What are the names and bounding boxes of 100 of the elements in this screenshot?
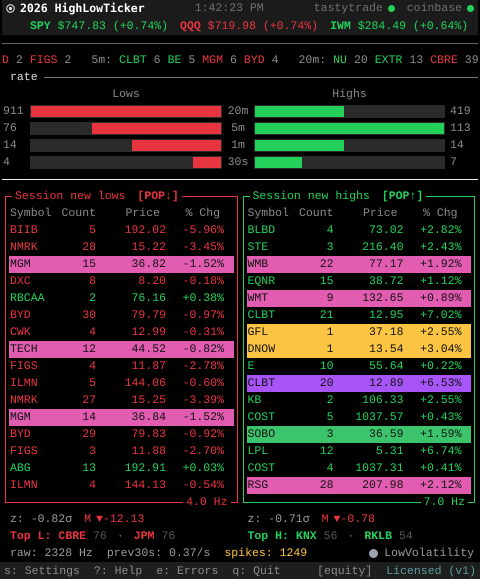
ticker-symbol: EXTR (374, 53, 402, 69)
index-quote: QQQ $719.98 (+0.74%) (180, 18, 318, 34)
top-symbol: RKLB (364, 529, 392, 545)
momentum-label: M (84, 512, 92, 528)
z-score: z: -0.71σ (248, 512, 310, 528)
price-cell-text: 132.65 (361, 291, 404, 307)
change-cell-text: +1.92% (419, 257, 462, 273)
count-cell-text: 21 (318, 308, 334, 324)
change-cell-text: -1.52% (182, 257, 224, 273)
bar-count: 419 (449, 104, 471, 120)
count-cell-text: 29 (81, 427, 96, 443)
top-symbol: KNX (296, 529, 317, 545)
symbol-cell-text: CLBT (248, 308, 276, 324)
change-cell-text: +0.22% (419, 359, 462, 375)
count-cell-text: 4 (326, 223, 334, 239)
index-quote: IWM $284.49 (+0.64%) (330, 18, 468, 34)
count-cell-text: 27 (81, 393, 96, 409)
symbol-cell-text: COST (248, 410, 276, 426)
price-cell-text: 15.25 (130, 393, 166, 409)
change-cell-text: -3.39% (182, 393, 224, 409)
symbol-cell-text: ILMN (10, 478, 39, 494)
change-cell-text: -0.97% (182, 308, 224, 324)
momentum-value: ▼-12.13 (96, 512, 144, 528)
price-cell-text: 79.79 (130, 308, 166, 324)
price-cell-text: 13.54 (368, 342, 404, 358)
column-header: Price (362, 206, 398, 222)
change-cell-text: +7.02% (419, 308, 462, 324)
previous-rate: prev30s: 0.37/s (106, 546, 210, 562)
ticker-symbol: NU (333, 53, 347, 69)
count-cell-text: 15 (318, 274, 334, 290)
price-cell-text: 192.02 (124, 223, 166, 239)
ticker-symbol: CBRE (430, 53, 458, 69)
symbol-cell-text: COST (248, 461, 276, 477)
top-count: 76 (93, 529, 107, 545)
bar-count: 4 (2, 155, 11, 171)
symbol-cell-text: FIGS (10, 359, 39, 375)
key-hint[interactable]: e: Errors (156, 562, 218, 579)
count-cell-text: 4 (88, 325, 96, 341)
symbol-cell-text: STE (248, 240, 270, 256)
price-cell-text: 55.64 (368, 359, 404, 375)
change-cell-text: -0.31% (182, 325, 224, 341)
change-cell-text: +0.43% (419, 410, 462, 426)
window-label: 5m (230, 121, 246, 137)
count-cell-text: 5 (88, 223, 96, 239)
ticker-symbol: BE (168, 53, 182, 69)
momentum-label: M (322, 512, 329, 528)
ticker-count: 39 (464, 53, 479, 69)
price-cell-text: 77.17 (368, 257, 404, 273)
column-label: Highs (331, 87, 368, 103)
change-cell-text: -2.70% (182, 444, 224, 460)
key-hint[interactable]: s: Settings (4, 562, 80, 579)
change-cell-text: -1.52% (182, 410, 224, 426)
price-cell-text: 38.72 (368, 274, 404, 290)
ticker-symbol: CLBT (119, 53, 147, 69)
clock-time: 1:42:23 PM (194, 1, 264, 17)
symbol-cell-text: ABG (10, 461, 32, 477)
top-symbol: JPM (134, 529, 154, 545)
change-cell-text: +3.04% (419, 342, 462, 358)
top-count: 54 (398, 529, 413, 545)
symbol-cell-text: CLBT (248, 376, 276, 392)
ticker-count: 6 (154, 53, 161, 69)
separator-dot: · (347, 529, 354, 545)
window-label: 30s (226, 155, 250, 171)
count-cell-text: 4 (88, 478, 96, 494)
column-header: % Chg (422, 206, 458, 222)
price-cell-text: 216.40 (361, 240, 404, 256)
count-cell-text: 3 (88, 444, 96, 460)
change-cell-text: -0.54% (182, 478, 224, 494)
symbol-cell-text: E (248, 359, 256, 375)
count-cell-text: 10 (318, 359, 334, 375)
price-cell-text: 11.87 (130, 359, 166, 375)
key-hint[interactable]: ?: Help (94, 562, 142, 579)
symbol-cell-text: BYD (10, 427, 32, 443)
price-cell-text: 5.31 (374, 444, 404, 460)
price-cell-text: 12.95 (368, 308, 404, 324)
symbol-cell-text: KB (248, 393, 262, 409)
change-cell-text: +1.12% (419, 274, 462, 290)
column-header: Price (124, 206, 161, 222)
column-header: Symbol (248, 206, 290, 222)
price-cell-text: 36.84 (130, 410, 166, 426)
bar-count: 14 (2, 138, 18, 154)
count-cell-text: 30 (81, 308, 96, 324)
app-logo-icon (6, 4, 15, 13)
window-label: 20m: (298, 53, 326, 69)
change-cell-text: -0.18% (182, 274, 224, 290)
key-hint[interactable]: q: Quit (232, 562, 281, 579)
symbol-cell-text: NMRK (10, 393, 39, 409)
symbol-cell-text: DXC (10, 274, 32, 290)
price-cell-text: 79.83 (130, 427, 166, 443)
ticker-count: 5 (188, 53, 196, 69)
symbol-cell-text: SOBO (248, 427, 276, 443)
regime-label: LowVolatility (384, 546, 474, 562)
count-cell-text: 22 (318, 257, 334, 273)
symbol-cell-text: DNOW (248, 342, 276, 358)
count-cell-text: 12 (318, 444, 334, 460)
symbol-cell-text: RSG (248, 478, 270, 494)
momentum-value: ▼-0.78 (334, 512, 375, 528)
count-cell-text: 12 (81, 342, 96, 358)
top-count: 76 (161, 529, 176, 545)
change-cell-text: +2.43% (419, 240, 462, 256)
